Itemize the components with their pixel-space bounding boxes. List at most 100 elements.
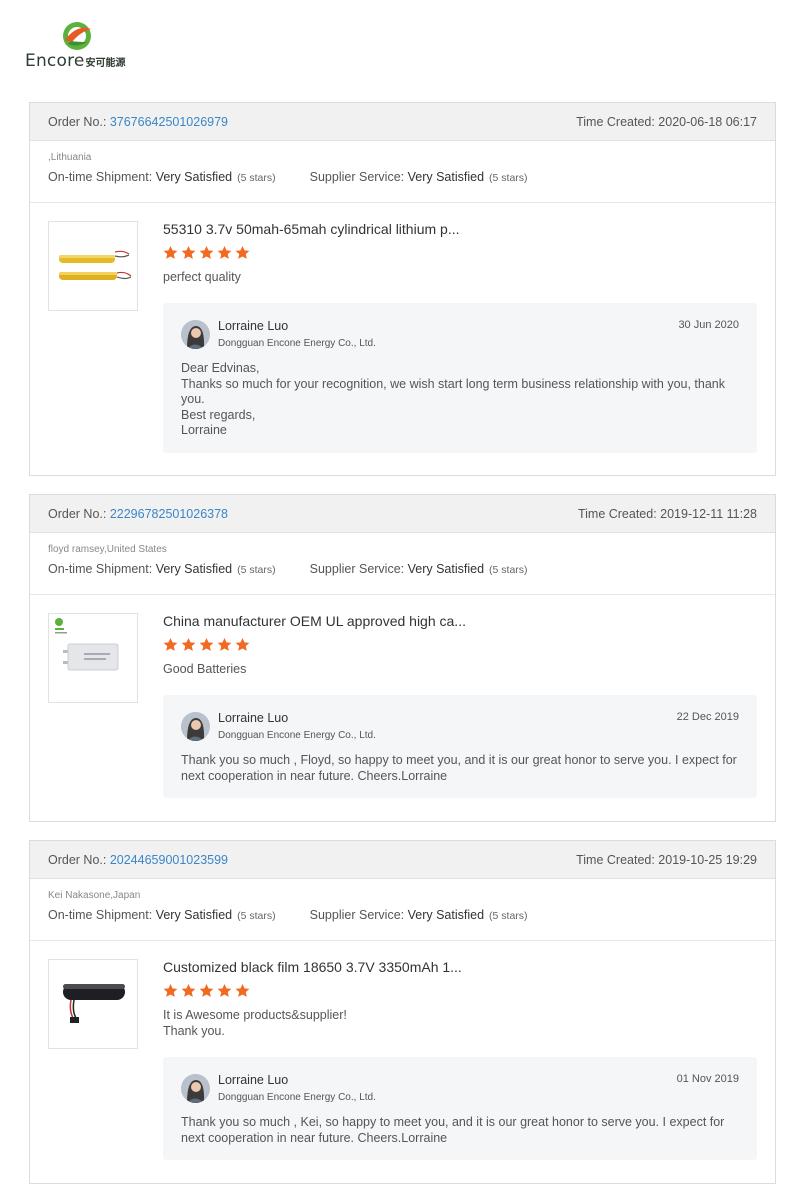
- review-body: Customized black film 18650 3.7V 3350mAh…: [30, 941, 775, 1178]
- order-number: Order No.: 20244659001023599: [48, 853, 228, 867]
- ontime-stars: (5 stars): [237, 172, 276, 184]
- supplier-stars: (5 stars): [489, 564, 528, 576]
- avatar-icon: [181, 319, 210, 349]
- star-icon: [181, 637, 196, 651]
- buyer-name: Kei Nakasone,Japan: [48, 890, 141, 901]
- order-number-link[interactable]: 20244659001023599: [110, 853, 228, 867]
- star-icon: [217, 983, 232, 997]
- avatar-icon: [181, 1073, 210, 1103]
- order-number-label: Order No.:: [48, 852, 110, 867]
- card-header: Order No.: 37676642501026979 Time Create…: [30, 103, 775, 141]
- order-number: Order No.: 22296782501026378: [48, 507, 228, 521]
- product-title[interactable]: China manufacturer OEM UL approved high …: [163, 613, 757, 629]
- time-created-value: 2019-12-11 11:28: [660, 506, 757, 521]
- time-created-value: 2020-06-18 06:17: [658, 114, 757, 129]
- reply-date: 30 Jun 2020: [678, 319, 739, 331]
- avatar: [181, 319, 210, 349]
- star-icon: [235, 637, 250, 651]
- product-thumbnail[interactable]: [48, 221, 138, 311]
- time-created: Time Created: 2019-12-11 11:28: [578, 507, 757, 521]
- time-created: Time Created: 2019-10-25 19:29: [576, 853, 757, 867]
- card-header: Order No.: 22296782501026378 Time Create…: [30, 495, 775, 533]
- buyer-info: Kei Nakasone,Japan On-time Shipment: Ver…: [30, 879, 775, 941]
- supplier-label: Supplier Service:: [309, 908, 408, 922]
- star-icon: [181, 983, 196, 997]
- buyer-info: ,Lithuania On-time Shipment: Very Satisf…: [30, 141, 775, 203]
- supplier-reply: Lorraine Luo Dongguan Encone Energy Co.,…: [163, 1057, 757, 1160]
- order-number-link[interactable]: 22296782501026378: [110, 507, 228, 521]
- order-number-label: Order No.:: [48, 506, 110, 521]
- replier-name: Lorraine Luo: [218, 319, 289, 333]
- order-number-label: Order No.:: [48, 114, 110, 129]
- cylindrical-battery-image: [59, 250, 132, 280]
- ontime-value: Very Satisfied: [155, 562, 233, 576]
- order-number: Order No.: 37676642501026979: [48, 115, 228, 129]
- supplier-label: Supplier Service:: [309, 562, 408, 576]
- reply-text: Thank you so much , Floyd, so happy to m…: [181, 753, 737, 783]
- star-icon: [199, 637, 214, 651]
- star-rating: [163, 983, 757, 1001]
- pouch-battery-image: [55, 618, 119, 671]
- time-created: Time Created: 2020-06-18 06:17: [576, 115, 757, 129]
- ontime-stars: (5 stars): [237, 910, 276, 922]
- star-icon: [181, 245, 196, 259]
- avatar: [181, 1073, 210, 1103]
- product-title[interactable]: 55310 3.7v 50mah-65mah cylindrical lithi…: [163, 221, 757, 237]
- supplier-value: Very Satisfied: [407, 562, 485, 576]
- supplier-reply: Lorraine Luo Dongguan Encone Energy Co.,…: [163, 303, 757, 453]
- order-number-link[interactable]: 37676642501026979: [110, 115, 228, 129]
- supplier-stars: (5 stars): [489, 172, 528, 184]
- review-card: Order No.: 37676642501026979 Time Create…: [29, 102, 776, 476]
- star-rating: [163, 245, 757, 263]
- replier-company: Dongguan Encone Energy Co., Ltd.: [218, 338, 376, 349]
- ontime-label: On-time Shipment:: [48, 562, 156, 576]
- star-icon: [199, 983, 214, 997]
- review-body: China manufacturer OEM UL approved high …: [30, 595, 775, 816]
- product-thumbnail[interactable]: [48, 959, 138, 1049]
- ontime-value: Very Satisfied: [155, 170, 233, 184]
- black-18650-battery-image: [63, 984, 125, 1023]
- supplier-value: Very Satisfied: [407, 170, 485, 184]
- reply-text: Thank you so much , Kei, so happy to mee…: [181, 1115, 725, 1145]
- replier-company: Dongguan Encone Energy Co., Ltd.: [218, 1092, 376, 1103]
- buyer-info: floyd ramsey,United States On-time Shipm…: [30, 533, 775, 595]
- product-title[interactable]: Customized black film 18650 3.7V 3350mAh…: [163, 959, 757, 975]
- star-icon: [163, 245, 178, 259]
- replier-company: Dongguan Encone Energy Co., Ltd.: [218, 730, 376, 741]
- supplier-label: Supplier Service:: [309, 170, 408, 184]
- buyer-name: ,Lithuania: [48, 152, 92, 163]
- service-ratings: On-time Shipment: Very Satisfied (5 stars…: [48, 908, 757, 922]
- avatar-icon: [181, 711, 210, 741]
- supplier-stars: (5 stars): [489, 910, 528, 922]
- star-icon: [163, 983, 178, 997]
- ontime-stars: (5 stars): [237, 564, 276, 576]
- star-icon: [217, 245, 232, 259]
- star-icon: [163, 637, 178, 651]
- encore-logo-icon: [63, 22, 91, 50]
- service-ratings: On-time Shipment: Very Satisfied (5 stars…: [48, 170, 757, 184]
- ontime-label: On-time Shipment:: [48, 170, 156, 184]
- reply-date: 22 Dec 2019: [676, 711, 739, 723]
- replier-name: Lorraine Luo: [218, 711, 289, 725]
- brand-logo: Encore安可能源: [25, 20, 145, 72]
- review-body: 55310 3.7v 50mah-65mah cylindrical lithi…: [30, 203, 775, 471]
- review-card: Order No.: 20244659001023599 Time Create…: [29, 840, 776, 1184]
- ontime-value: Very Satisfied: [155, 908, 233, 922]
- service-ratings: On-time Shipment: Very Satisfied (5 stars…: [48, 562, 757, 576]
- replier-name: Lorraine Luo: [218, 1073, 289, 1087]
- time-created-label: Time Created:: [576, 852, 659, 867]
- star-icon: [199, 245, 214, 259]
- time-created-label: Time Created:: [577, 506, 661, 521]
- time-created-label: Time Created:: [576, 114, 659, 129]
- reply-date: 01 Nov 2019: [676, 1073, 739, 1085]
- supplier-value: Very Satisfied: [407, 908, 485, 922]
- star-icon: [235, 245, 250, 259]
- ontime-label: On-time Shipment:: [48, 908, 156, 922]
- review-comment: perfect quality: [163, 270, 241, 284]
- time-created-value: 2019-10-25 19:29: [658, 852, 757, 867]
- card-header: Order No.: 20244659001023599 Time Create…: [30, 841, 775, 879]
- review-comment: It is Awesome products&supplier! Thank y…: [163, 1008, 347, 1038]
- product-thumbnail[interactable]: [48, 613, 138, 703]
- buyer-name: floyd ramsey,United States: [48, 544, 167, 555]
- reply-text: Dear Edvinas, Thanks so much for your re…: [181, 361, 726, 437]
